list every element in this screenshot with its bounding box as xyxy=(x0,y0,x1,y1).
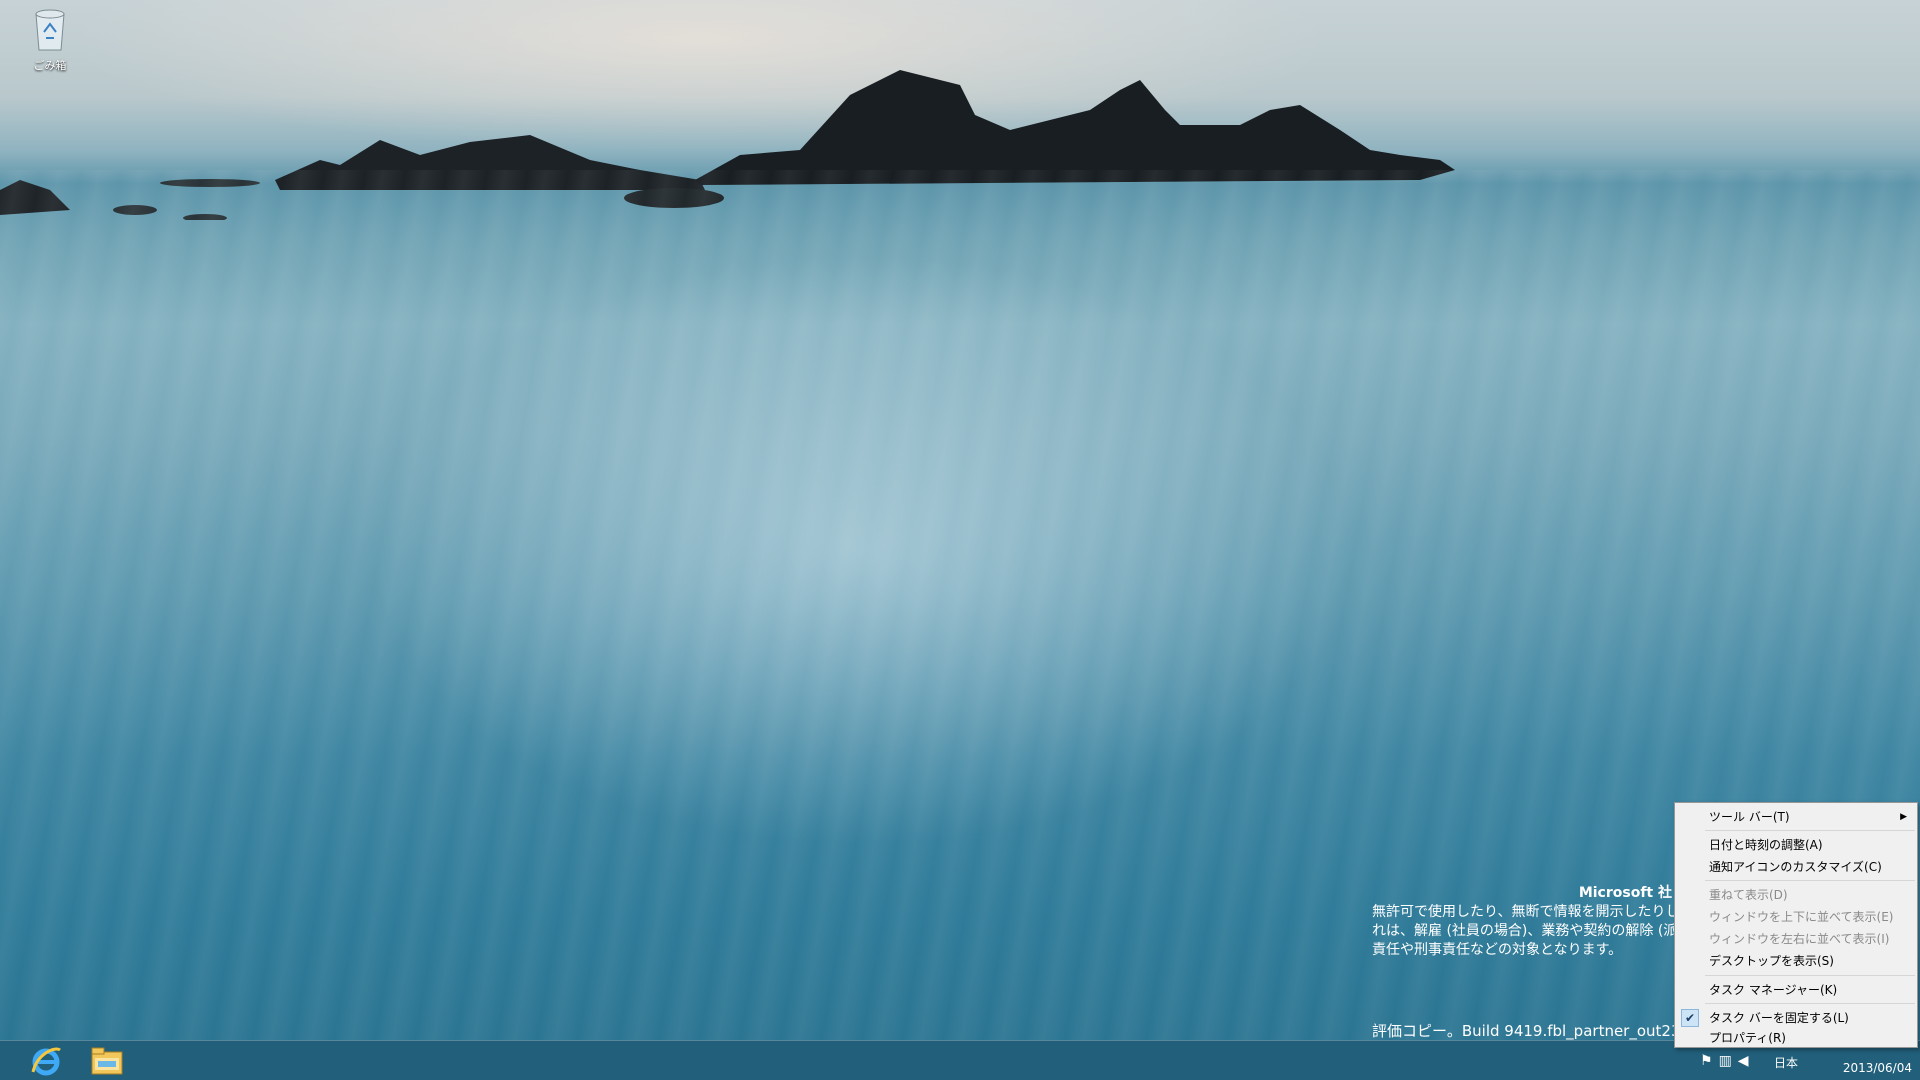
menu-item-label: タスク バーを固定する(L) xyxy=(1709,1011,1849,1025)
menu-item-label: 重ねて表示(D) xyxy=(1709,888,1788,902)
menu-separator xyxy=(1705,975,1915,976)
menu-item-label: 通知アイコンのカスタマイズ(C) xyxy=(1709,860,1882,874)
menu-item-properties[interactable]: プロパティ(R) xyxy=(1677,1028,1915,1048)
menu-item-label: ウィンドウを左右に並べて表示(I) xyxy=(1709,932,1890,946)
clock-date[interactable]: 2013/06/04 xyxy=(1843,1061,1912,1075)
submenu-arrow-icon: ▶ xyxy=(1900,812,1907,822)
watermark-line-2: れは、解雇 (社員の場合)、業務や契約の解除 (派 xyxy=(1372,923,1678,939)
watermark-title: Microsoft 社 xyxy=(1578,885,1672,901)
menu-item-label: ウィンドウを上下に並べて表示(E) xyxy=(1709,910,1894,924)
menu-item-label: プロパティ(R) xyxy=(1709,1031,1786,1045)
volume-icon[interactable]: ◀ xyxy=(1738,1053,1755,1069)
menu-item-lock-taskbar[interactable]: ✔ タスク バーを固定する(L) xyxy=(1677,1008,1915,1028)
ime-indicator[interactable]: 日本 xyxy=(1774,1054,1798,1071)
menu-item-toolbars[interactable]: ツール バー(T) ▶ xyxy=(1677,807,1915,827)
menu-item-show-desktop[interactable]: デスクトップを表示(S) xyxy=(1677,951,1915,971)
checkmark-icon: ✔ xyxy=(1681,1009,1699,1027)
desktop[interactable]: ごみ箱 Microsoft 社 無許可で使用したり、無断で情報を開示したりした場… xyxy=(0,0,1920,1080)
taskbar-explorer-button[interactable] xyxy=(83,1043,131,1079)
menu-item-label: タスク マネージャー(K) xyxy=(1709,983,1838,997)
menu-item-side-by-side-windows: ウィンドウを左右に並べて表示(I) xyxy=(1677,929,1915,949)
recycle-bin-icon xyxy=(35,9,65,51)
tray-icons[interactable]: ⚑▥◀ xyxy=(1700,1053,1755,1069)
menu-item-adjust-date-time[interactable]: 日付と時刻の調整(A) xyxy=(1677,835,1915,855)
build-watermark: 評価コピー。Build 9419.fbl_partner_out23.1 xyxy=(1372,1022,1695,1040)
recycle-bin-shortcut[interactable]: ごみ箱 xyxy=(22,6,78,73)
internet-explorer-icon xyxy=(31,1047,61,1076)
menu-item-label: ツール バー(T) xyxy=(1709,810,1790,824)
menu-item-task-manager[interactable]: タスク マネージャー(K) xyxy=(1677,980,1915,1000)
network-icon[interactable]: ▥ xyxy=(1719,1053,1738,1069)
file-explorer-icon xyxy=(91,1047,123,1075)
menu-item-stack-windows: ウィンドウを上下に並べて表示(E) xyxy=(1677,907,1915,927)
watermark-line-1: 無許可で使用したり、無断で情報を開示したりした場 xyxy=(1372,904,1708,920)
menu-separator xyxy=(1705,1003,1915,1004)
menu-item-customize-notification-icons[interactable]: 通知アイコンのカスタマイズ(C) xyxy=(1677,857,1915,877)
menu-item-label: デスクトップを表示(S) xyxy=(1709,954,1834,968)
taskbar-ie-button[interactable] xyxy=(22,1043,70,1079)
menu-item-cascade-windows: 重ねて表示(D) xyxy=(1677,885,1915,905)
recycle-bin-label: ごみ箱 xyxy=(33,59,67,72)
taskbar[interactable]: ⚑▥◀ 日本 2013/06/04 xyxy=(0,1040,1920,1080)
menu-separator xyxy=(1705,830,1915,831)
menu-item-label: 日付と時刻の調整(A) xyxy=(1709,838,1823,852)
evaluation-watermark: Microsoft 社 無許可で使用したり、無断で情報を開示したりした場 れは、… xyxy=(1372,884,1708,960)
taskbar-context-menu[interactable]: ツール バー(T) ▶ 日付と時刻の調整(A) 通知アイコンのカスタマイズ(C)… xyxy=(1674,802,1918,1048)
flag-icon[interactable]: ⚑ xyxy=(1700,1053,1719,1069)
menu-separator xyxy=(1705,880,1915,881)
watermark-line-3: 責任や刑事責任などの対象となります。 xyxy=(1372,942,1623,958)
